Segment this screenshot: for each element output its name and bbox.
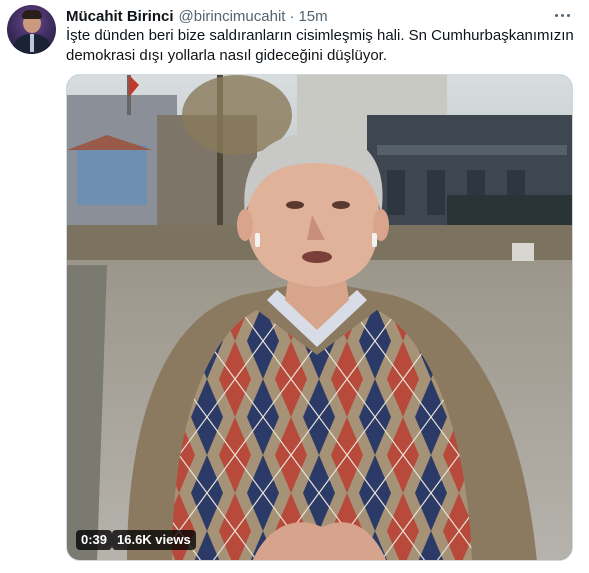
avatar-hair-shape <box>22 10 42 19</box>
video-views-badge: 16.6K views <box>112 530 196 550</box>
more-horizontal-icon[interactable] <box>555 10 575 20</box>
tweet-text-line-1: İşte dünden beri bize saldıranların cisi… <box>66 27 574 44</box>
video-duration-badge: 0:39 <box>76 530 113 550</box>
tweet-text: İşte dünden beri bize saldıranların cisi… <box>66 26 576 66</box>
tweet-timestamp[interactable]: 15m <box>298 8 327 25</box>
video-player[interactable]: 0:39 16.6K views <box>66 74 573 561</box>
user-handle[interactable]: @birincimucahit <box>179 8 286 25</box>
tweet[interactable]: Mücahit Birinci @birincimucahit · 15m İş… <box>0 0 589 573</box>
avatar-tie-shape <box>30 34 34 52</box>
display-name[interactable]: Mücahit Birinci <box>66 8 174 25</box>
tweet-header: Mücahit Birinci @birincimucahit · 15m <box>66 6 328 26</box>
header-separator: · <box>289 7 295 25</box>
avatar[interactable] <box>7 5 56 54</box>
video-frame <box>67 75 572 560</box>
tweet-text-line-2: demokrasi dışı yollarla nasıl gideceğini… <box>66 47 387 64</box>
